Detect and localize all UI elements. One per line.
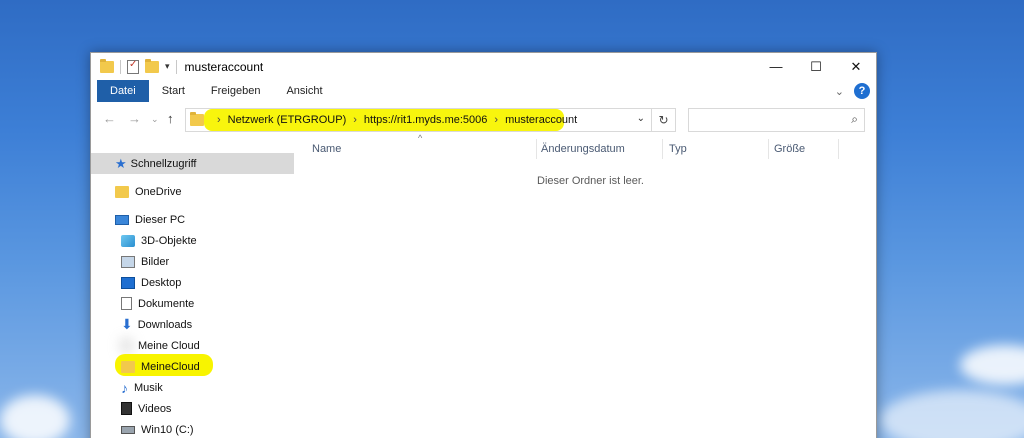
divider <box>175 59 177 74</box>
folder-icon <box>121 360 135 373</box>
sidebar-item-videos[interactable]: Videos <box>121 398 171 419</box>
chevron-right-icon[interactable]: › <box>494 114 498 126</box>
sidebar-item-win10-c[interactable]: Win10 (C:) <box>121 419 194 438</box>
sidebar-item-musik[interactable]: ♪ Musik <box>121 377 163 398</box>
desktop-cloud <box>880 390 1024 438</box>
sidebar-item-label: Meine Cloud <box>138 339 200 352</box>
column-divider[interactable] <box>662 139 663 159</box>
sidebar-item-label: Schnellzugriff <box>130 157 197 170</box>
sort-ascending-icon: ^ <box>418 133 423 143</box>
cube-icon <box>121 234 135 247</box>
chevron-down-icon[interactable]: ⌄ <box>637 113 645 124</box>
pc-icon <box>115 214 129 225</box>
properties-icon[interactable] <box>127 59 139 74</box>
pictures-icon <box>121 255 135 268</box>
breadcrumb: › Netzwerk (ETRGROUP) › https://rit1.myd… <box>210 114 577 126</box>
column-header-name[interactable]: Name <box>312 143 341 155</box>
sidebar-item-downloads[interactable]: ⬇ Downloads <box>121 314 192 335</box>
drive-icon <box>121 425 135 434</box>
column-divider[interactable] <box>838 139 839 159</box>
recent-locations-icon[interactable]: ⌄ <box>151 114 159 125</box>
sidebar-item-label: Musik <box>134 381 163 394</box>
sidebar-item-dokumente[interactable]: Dokumente <box>121 293 194 314</box>
cloud-drive-icon <box>121 339 132 352</box>
star-icon: ★ <box>115 155 127 171</box>
expand-ribbon-icon[interactable]: ⌄ <box>835 85 844 98</box>
window-title: musteraccount <box>184 59 264 74</box>
download-icon: ⬇ <box>121 316 133 332</box>
column-header-size[interactable]: Größe <box>774 143 805 155</box>
sidebar-item-schnellzugriff[interactable]: ★ Schnellzugriff <box>91 153 294 174</box>
chevron-right-icon[interactable]: › <box>353 114 357 126</box>
column-header-type[interactable]: Typ <box>669 143 687 155</box>
explorer-window: ▾ musteraccount — ☐ ✕ Datei Start Freige… <box>90 52 877 438</box>
close-button[interactable]: ✕ <box>836 53 876 80</box>
forward-arrow-icon[interactable]: → <box>128 111 141 126</box>
sidebar-item-label: Desktop <box>141 276 182 289</box>
tab-start[interactable]: Start <box>149 80 198 102</box>
breadcrumb-folder[interactable]: musteraccount <box>505 114 577 126</box>
back-arrow-icon[interactable]: ← <box>103 111 116 126</box>
breadcrumb-server[interactable]: https://rit1.myds.me:5006 <box>364 114 488 126</box>
tab-ansicht[interactable]: Ansicht <box>273 80 335 102</box>
customize-dropdown-icon[interactable]: ▾ <box>165 61 170 72</box>
sidebar-item-label: OneDrive <box>135 185 182 198</box>
refresh-button[interactable]: ↻ <box>652 108 676 132</box>
ribbon-right: ⌄ ? <box>835 83 870 99</box>
maximize-button[interactable]: ☐ <box>796 53 836 80</box>
desktop-cloud <box>960 345 1024 385</box>
sidebar-item-label: 3D-Objekte <box>141 234 197 247</box>
sidebar-item-desktop[interactable]: Desktop <box>121 272 181 293</box>
sidebar-item-label: Dokumente <box>138 297 195 310</box>
chevron-right-icon[interactable]: › <box>217 114 221 126</box>
search-input[interactable]: ⌕ <box>688 108 865 132</box>
new-folder-icon[interactable] <box>145 58 159 73</box>
search-icon[interactable]: ⌕ <box>851 112 858 127</box>
desktop-cloud <box>0 395 70 438</box>
sidebar-item-label: MeineCloud <box>141 360 200 373</box>
sidebar-item-label: Downloads <box>137 318 193 331</box>
documents-icon <box>121 297 132 310</box>
window-controls: — ☐ ✕ <box>756 53 876 80</box>
sidebar-item-meinecloud[interactable]: MeineCloud <box>115 354 213 377</box>
sidebar-item-label: Bilder <box>141 255 170 268</box>
folder-icon[interactable] <box>100 58 114 73</box>
sidebar-item-label: Win10 (C:) <box>141 423 194 436</box>
desktop-icon <box>121 276 135 289</box>
sidebar-item-onedrive[interactable]: OneDrive <box>115 181 181 202</box>
folder-icon <box>115 185 129 198</box>
ribbon-tabs: Datei Start Freigeben Ansicht ⌄ ? <box>91 80 876 102</box>
tab-datei[interactable]: Datei <box>97 80 149 102</box>
column-header-date[interactable]: Änderungsdatum <box>541 143 625 155</box>
empty-folder-message: Dieser Ordner ist leer. <box>537 175 644 187</box>
tab-freigeben[interactable]: Freigeben <box>198 80 274 102</box>
sidebar-item-dieser-pc[interactable]: Dieser PC <box>115 209 185 230</box>
up-arrow-icon[interactable]: ↑ <box>167 111 174 126</box>
navigation-bar: ← → ⌄ ↑ › Netzwerk (ETRGROUP) › https://… <box>91 105 876 135</box>
folder-icon <box>190 112 204 126</box>
breadcrumb-network[interactable]: Netzwerk (ETRGROUP) <box>228 114 347 126</box>
file-list-pane: ^ Name Änderungsdatum Typ Größe Dieser O… <box>296 133 876 438</box>
help-icon[interactable]: ? <box>854 83 870 99</box>
navigation-pane: ★ Schnellzugriff OneDrive Dieser PC 3D-O… <box>91 145 296 438</box>
sidebar-item-3d-objekte[interactable]: 3D-Objekte <box>121 230 197 251</box>
sidebar-item-label: Videos <box>138 402 172 415</box>
column-divider[interactable] <box>768 139 769 159</box>
sidebar-item-meine-cloud[interactable]: Meine Cloud <box>121 335 200 356</box>
sidebar-item-label: Dieser PC <box>135 213 186 226</box>
minimize-button[interactable]: — <box>756 53 796 80</box>
divider <box>120 59 121 74</box>
sidebar-item-bilder[interactable]: Bilder <box>121 251 169 272</box>
title-bar: ▾ musteraccount — ☐ ✕ <box>91 53 876 80</box>
music-icon: ♪ <box>121 379 128 396</box>
address-bar[interactable]: › Netzwerk (ETRGROUP) › https://rit1.myd… <box>185 108 652 132</box>
quick-access-toolbar: ▾ <box>91 58 177 74</box>
video-icon <box>121 402 132 415</box>
column-divider[interactable] <box>536 139 537 159</box>
